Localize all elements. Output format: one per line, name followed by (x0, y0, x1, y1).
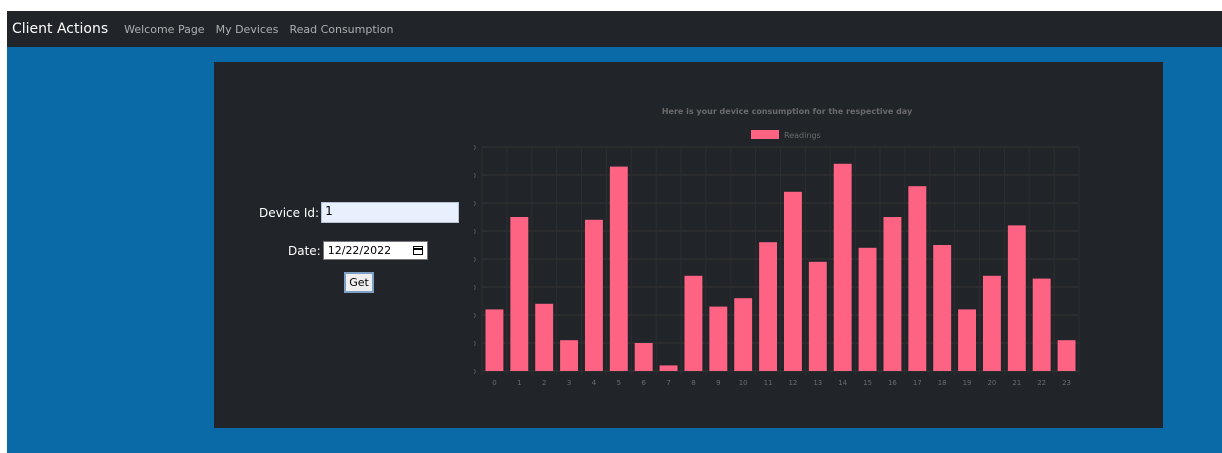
bar-hour-4[interactable] (584, 219, 603, 371)
y-tick-label: 70 (474, 172, 476, 180)
x-tick-label: 20 (987, 379, 996, 387)
y-tick-label: 50 (474, 228, 476, 236)
x-tick-label: 13 (813, 379, 822, 387)
bar-hour-22[interactable] (1032, 278, 1051, 371)
x-tick-label: 1 (517, 379, 521, 387)
date-input[interactable]: 12/22/2022 (322, 241, 428, 260)
y-tick-label: 30 (474, 284, 476, 292)
x-tick-label: 2 (542, 379, 546, 387)
calendar-icon[interactable] (412, 246, 423, 255)
device-id-label: Device Id: (259, 205, 320, 220)
bar-hour-12[interactable] (783, 191, 802, 371)
x-tick-label: 18 (938, 379, 947, 387)
y-tick-label: 80 (474, 144, 476, 152)
x-tick-label: 7 (666, 379, 670, 387)
bar-hour-5[interactable] (609, 166, 628, 371)
y-tick-label: 60 (474, 200, 476, 208)
bar-hour-16[interactable] (883, 217, 902, 371)
x-tick-label: 17 (913, 379, 922, 387)
bar-hour-0[interactable] (485, 309, 504, 371)
navbar-brand[interactable]: Client Actions (12, 21, 108, 37)
x-tick-label: 9 (716, 379, 720, 387)
bar-hour-19[interactable] (958, 309, 977, 371)
x-tick-label: 0 (492, 379, 496, 387)
bar-hour-6[interactable] (634, 343, 653, 371)
bar-hour-18[interactable] (933, 245, 952, 371)
bar-hour-23[interactable] (1057, 340, 1076, 371)
bar-hour-2[interactable] (535, 303, 554, 371)
x-tick-label: 6 (641, 379, 646, 387)
bar-hour-8[interactable] (684, 275, 703, 371)
consumption-chart: Here is your device consumption for the … (474, 107, 1080, 387)
x-tick-label: 22 (1037, 379, 1046, 387)
x-tick-label: 23 (1062, 379, 1071, 387)
y-tick-label: 10 (474, 340, 476, 348)
x-tick-label: 15 (863, 379, 872, 387)
bar-hour-3[interactable] (560, 340, 579, 371)
bar-hour-10[interactable] (734, 298, 753, 371)
x-tick-label: 19 (963, 379, 972, 387)
nav-link-my-devices[interactable]: My Devices (216, 23, 279, 36)
x-tick-label: 4 (592, 379, 597, 387)
bar-hour-9[interactable] (709, 306, 728, 371)
consumption-panel: Device Id: 1 Date: 12/22/2022 Get Here i… (214, 62, 1163, 428)
top-navbar: Client Actions Welcome Page My Devices R… (7, 11, 1222, 47)
x-tick-label: 10 (739, 379, 748, 387)
bar-hour-21[interactable] (1007, 225, 1026, 371)
get-button[interactable]: Get (344, 272, 374, 293)
x-tick-label: 8 (691, 379, 695, 387)
y-tick-label: 40 (474, 256, 476, 264)
bar-hour-1[interactable] (510, 217, 529, 371)
chart-title: Here is your device consumption for the … (662, 107, 913, 116)
bar-hour-15[interactable] (858, 247, 877, 371)
bar-hour-7[interactable] (659, 365, 678, 371)
x-tick-label: 14 (838, 379, 847, 387)
legend-label[interactable]: Readings (784, 131, 821, 140)
x-tick-label: 11 (764, 379, 773, 387)
date-label: Date: (288, 243, 321, 258)
bar-hour-20[interactable] (982, 275, 1001, 371)
nav-link-welcome-page[interactable]: Welcome Page (124, 23, 204, 36)
legend-swatch[interactable] (751, 130, 779, 139)
date-value: 12/22/2022 (327, 244, 392, 257)
x-tick-label: 21 (1012, 379, 1021, 387)
x-tick-label: 5 (617, 379, 621, 387)
x-tick-label: 3 (567, 379, 571, 387)
y-tick-label: 0 (474, 368, 476, 376)
bar-hour-11[interactable] (759, 242, 778, 371)
date-row: Date: 12/22/2022 (288, 241, 428, 260)
device-id-input[interactable]: 1 (321, 202, 460, 223)
bar-hour-13[interactable] (808, 261, 827, 371)
device-id-row: Device Id: 1 (259, 202, 460, 223)
y-tick-label: 20 (474, 312, 476, 320)
x-tick-label: 16 (888, 379, 897, 387)
nav-link-read-consumption[interactable]: Read Consumption (289, 23, 393, 36)
x-tick-label: 12 (788, 379, 797, 387)
bar-hour-17[interactable] (908, 186, 927, 371)
bar-hour-14[interactable] (833, 163, 852, 371)
